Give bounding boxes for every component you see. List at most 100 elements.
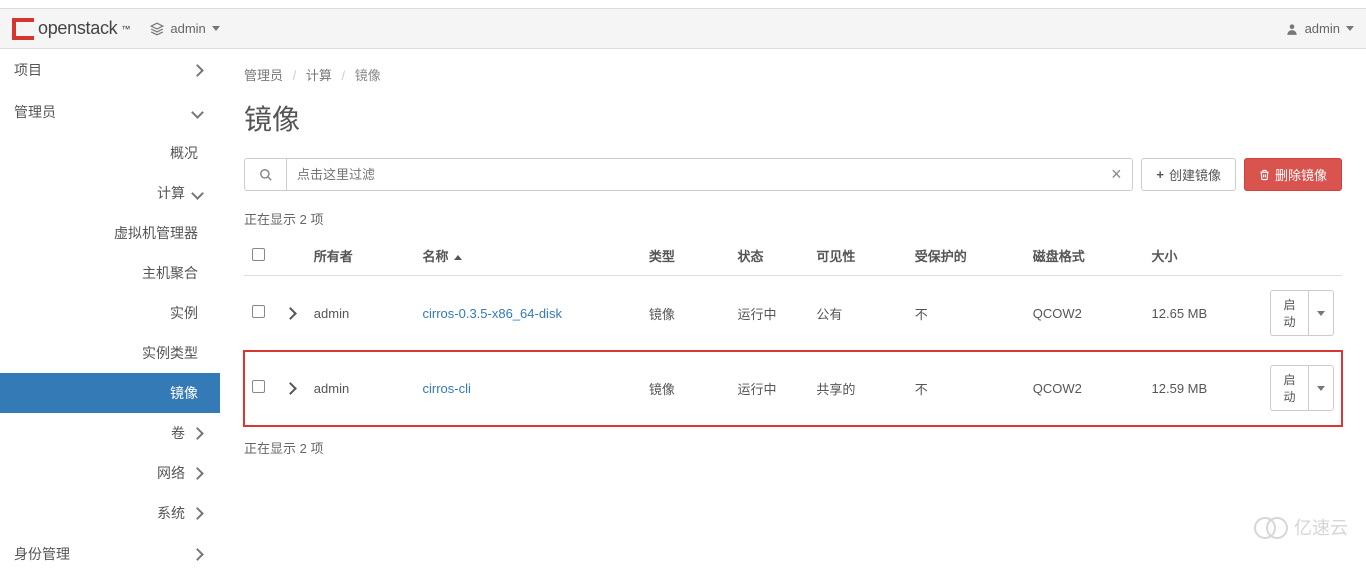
table-header-row: 所有者 名称 类型 状态 可见性 受保护的 磁盘格式 大小: [244, 236, 1342, 276]
sidebar-item-images[interactable]: 镜像: [0, 373, 220, 413]
sidebar-label: 卷: [171, 423, 185, 443]
sidebar-item-compute[interactable]: 计算: [0, 173, 220, 213]
delete-image-button[interactable]: 删除镜像: [1244, 158, 1342, 191]
logo: openstack ™: [12, 18, 130, 40]
cell-status: 运行中: [729, 351, 808, 426]
url-strip: [0, 0, 1366, 9]
sidebar-item-hypervisors[interactable]: 虚拟机管理器: [0, 213, 220, 253]
toolbar: × 创建镜像 删除镜像: [220, 158, 1366, 209]
row-checkbox[interactable]: [252, 380, 265, 393]
launch-button[interactable]: 启动: [1270, 290, 1308, 336]
search-button[interactable]: [245, 159, 287, 190]
sidebar-item-admin[interactable]: 管理员: [0, 91, 220, 133]
sidebar-item-host-aggregates[interactable]: 主机聚合: [0, 253, 220, 293]
cell-owner: admin: [306, 351, 415, 426]
breadcrumb-current: 镜像: [355, 68, 381, 83]
col-format[interactable]: 磁盘格式: [1025, 236, 1144, 276]
launch-button[interactable]: 启动: [1270, 365, 1308, 411]
breadcrumb-seg[interactable]: 计算: [306, 68, 332, 83]
sidebar-item-network[interactable]: 网络: [0, 453, 220, 493]
button-label: 删除镜像: [1275, 165, 1327, 184]
select-all-checkbox[interactable]: [252, 248, 265, 261]
caret-down-icon: [212, 26, 220, 31]
caret-down-icon: [1317, 311, 1325, 316]
expand-row-button[interactable]: [286, 306, 295, 321]
chevron-right-icon: [193, 425, 202, 441]
col-name-label: 名称: [423, 249, 449, 264]
row-actions: 启动: [1270, 365, 1334, 411]
sort-asc-icon: [454, 255, 462, 260]
col-name[interactable]: 名称: [415, 236, 641, 276]
cell-protected: 不: [907, 351, 1025, 426]
sidebar-item-project[interactable]: 项目: [0, 49, 220, 91]
breadcrumb-sep: /: [342, 68, 346, 83]
cell-visibility: 公有: [808, 276, 906, 351]
breadcrumb: 管理员 / 计算 / 镜像: [220, 49, 1366, 84]
row-actions: 启动: [1270, 290, 1334, 336]
launch-dropdown[interactable]: [1308, 290, 1334, 336]
sidebar: 项目 管理员 概况 计算 虚拟机管理器 主机聚合 实例 实例类型 镜像 卷 网络…: [0, 49, 220, 575]
chevron-down-icon: [193, 185, 202, 201]
launch-dropdown[interactable]: [1308, 365, 1334, 411]
sidebar-label: 身份管理: [14, 544, 70, 564]
page-title: 镜像: [220, 84, 1366, 158]
cell-protected: 不: [907, 276, 1025, 351]
image-link[interactable]: cirros-0.3.5-x86_64-disk: [423, 306, 562, 321]
search-box: ×: [244, 158, 1133, 191]
cell-type: 镜像: [641, 351, 730, 426]
project-selector[interactable]: admin: [150, 21, 219, 36]
cell-size: 12.59 MB: [1144, 351, 1262, 426]
count-text-top: 正在显示 2 项: [220, 209, 1366, 236]
table-row: admin cirros-0.3.5-x86_64-disk 镜像 运行中 公有…: [244, 276, 1342, 351]
trash-icon: [1259, 169, 1270, 181]
sidebar-item-overview[interactable]: 概况: [0, 133, 220, 173]
layers-icon: [150, 22, 164, 36]
count-text-bottom: 正在显示 2 项: [220, 426, 1366, 469]
cell-size: 12.65 MB: [1144, 276, 1262, 351]
chevron-right-icon: [193, 546, 202, 562]
project-name: admin: [170, 21, 205, 36]
sidebar-label: 管理员: [14, 102, 56, 122]
search-clear-button[interactable]: ×: [1100, 159, 1132, 190]
button-label: 创建镜像: [1169, 165, 1221, 184]
image-link[interactable]: cirros-cli: [423, 381, 471, 396]
main-panel: 管理员 / 计算 / 镜像 镜像 × 创建镜像: [220, 49, 1366, 575]
breadcrumb-seg[interactable]: 管理员: [244, 68, 283, 83]
sidebar-label: 计算: [157, 183, 185, 203]
images-table: 所有者 名称 类型 状态 可见性 受保护的 磁盘格式 大小: [244, 236, 1342, 426]
logo-trademark: ™: [121, 24, 130, 34]
search-input[interactable]: [287, 159, 1100, 190]
chevron-right-icon: [193, 505, 202, 521]
cell-format: QCOW2: [1025, 276, 1144, 351]
cell-type: 镜像: [641, 276, 730, 351]
sidebar-label: 系统: [157, 503, 185, 523]
user-name: admin: [1305, 21, 1340, 36]
cell-visibility: 共享的: [808, 351, 906, 426]
row-checkbox[interactable]: [252, 305, 265, 318]
plus-icon: [1156, 167, 1164, 182]
sidebar-item-identity[interactable]: 身份管理: [0, 533, 220, 575]
cell-format: QCOW2: [1025, 351, 1144, 426]
user-menu[interactable]: admin: [1285, 21, 1354, 36]
sidebar-item-flavors[interactable]: 实例类型: [0, 333, 220, 373]
create-image-button[interactable]: 创建镜像: [1141, 158, 1236, 191]
col-size[interactable]: 大小: [1144, 236, 1262, 276]
chevron-right-icon: [193, 62, 202, 78]
col-owner[interactable]: 所有者: [306, 236, 415, 276]
logo-text: openstack: [38, 18, 117, 39]
table-row: admin cirros-cli 镜像 运行中 共享的 不 QCOW2 12.5…: [244, 351, 1342, 426]
caret-down-icon: [1346, 26, 1354, 31]
col-type[interactable]: 类型: [641, 236, 730, 276]
expand-row-button[interactable]: [286, 381, 295, 396]
breadcrumb-sep: /: [293, 68, 297, 83]
openstack-logo-icon: [12, 18, 34, 40]
sidebar-item-volume[interactable]: 卷: [0, 413, 220, 453]
sidebar-item-system[interactable]: 系统: [0, 493, 220, 533]
col-protected[interactable]: 受保护的: [907, 236, 1025, 276]
cell-status: 运行中: [729, 276, 808, 351]
sidebar-item-instances[interactable]: 实例: [0, 293, 220, 333]
col-status[interactable]: 状态: [729, 236, 808, 276]
col-visibility[interactable]: 可见性: [808, 236, 906, 276]
sidebar-label: 网络: [157, 463, 185, 483]
close-icon: ×: [1111, 164, 1122, 184]
